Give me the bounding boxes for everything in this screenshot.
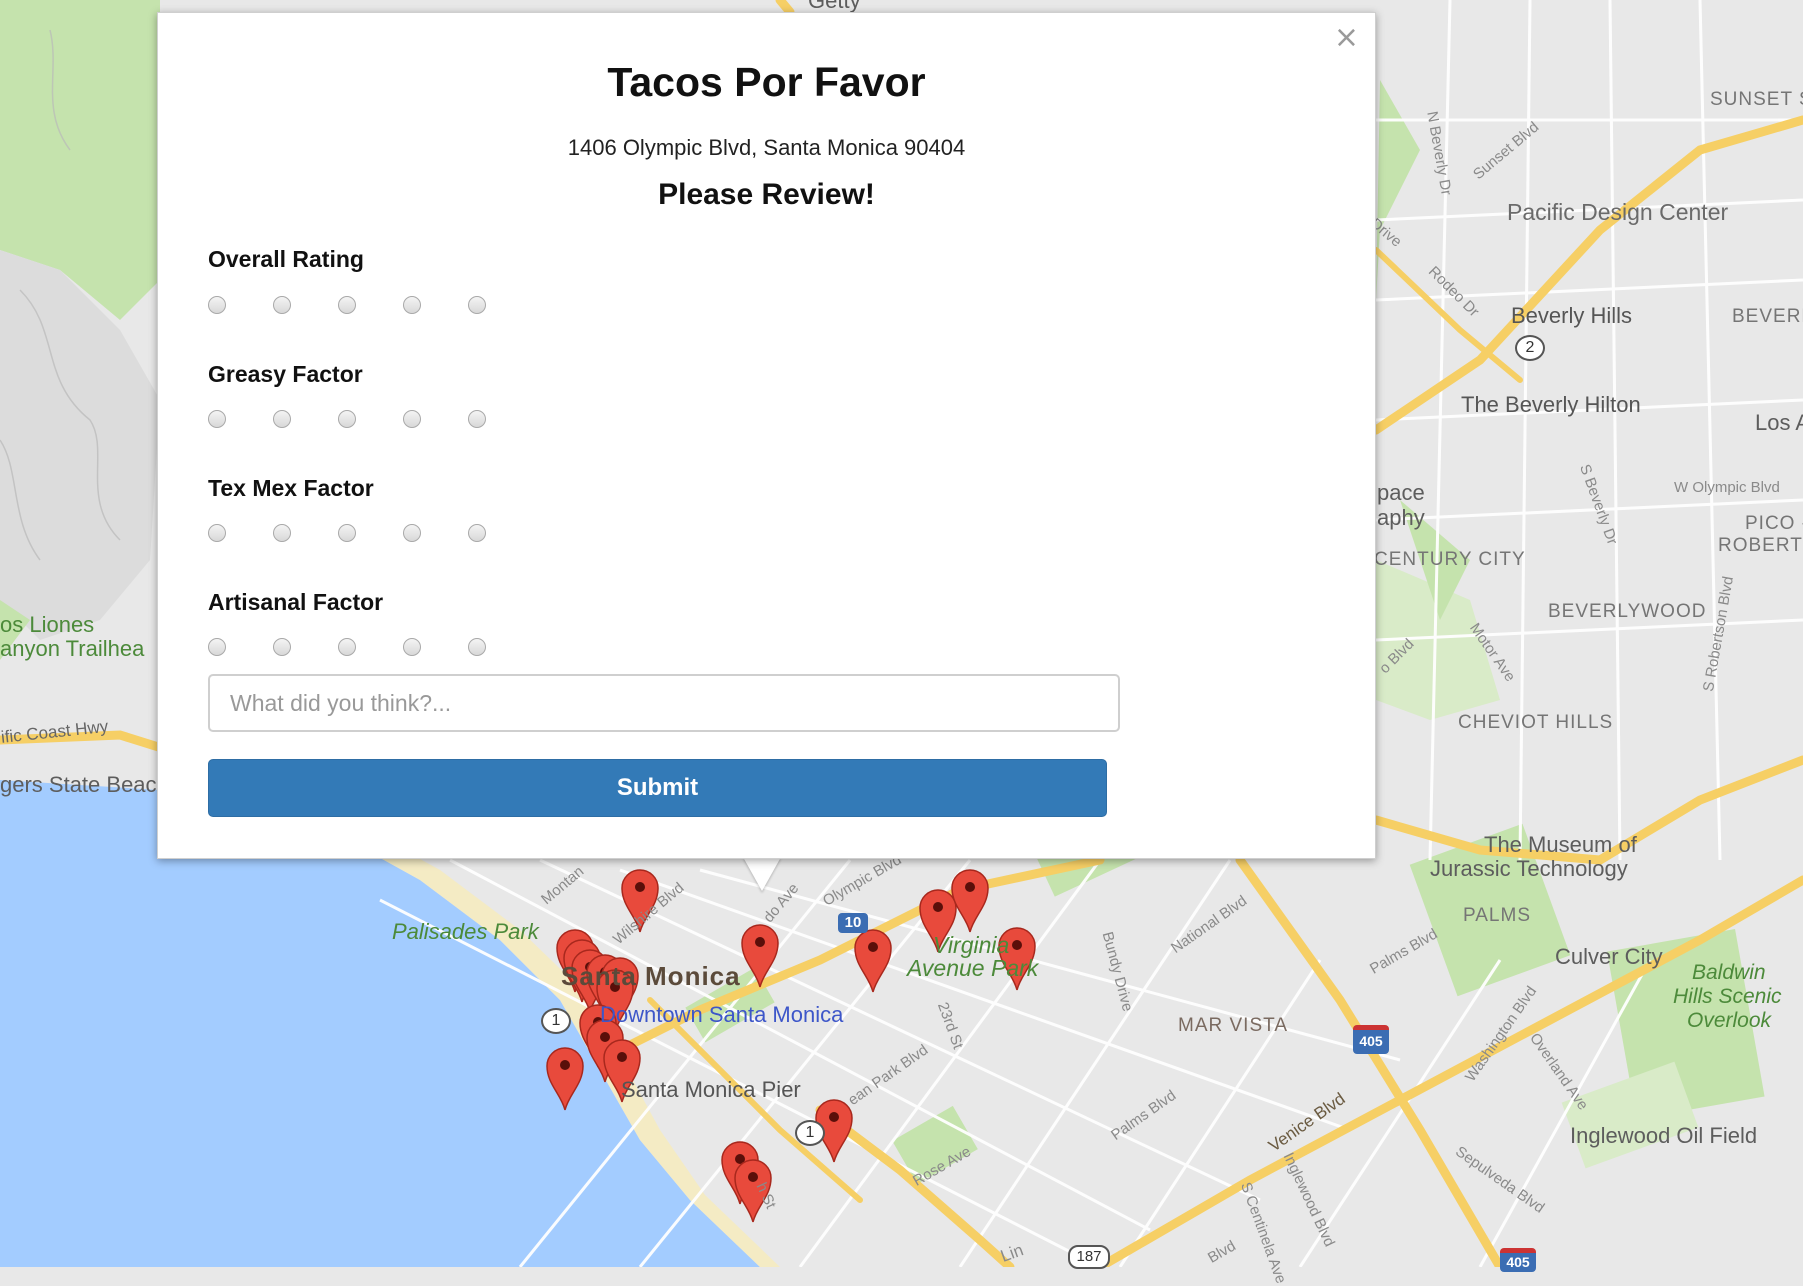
- tex-mex-factor-label: Tex Mex Factor: [208, 475, 374, 501]
- rating-radio-1[interactable]: [208, 638, 226, 656]
- map-label-baldwin-2: Hills Scenic: [1673, 985, 1782, 1008]
- route-2-shield: 2: [1515, 335, 1545, 361]
- review-comment-input[interactable]: [208, 674, 1120, 732]
- map-label-w-olympic: W Olympic Blvd: [1674, 479, 1780, 496]
- rating-radio-5[interactable]: [468, 638, 486, 656]
- map-label-sunset: SUNSET S: [1710, 89, 1803, 110]
- map-label-inglewood-oil: Inglewood Oil Field: [1570, 1123, 1758, 1148]
- route-187-shield: 187: [1068, 1245, 1110, 1269]
- restaurant-title: Tacos Por Favor: [607, 59, 926, 105]
- close-icon[interactable]: ×: [1334, 23, 1359, 53]
- map-label-space: pace: [1377, 480, 1425, 505]
- route-1-shield: 1: [795, 1120, 825, 1146]
- rating-radio-3[interactable]: [338, 638, 356, 656]
- map-label-beverlywood: BEVERLYWOOD: [1548, 601, 1707, 622]
- rating-radio-5[interactable]: [468, 296, 486, 314]
- map-label-beverly-hills: Beverly Hills: [1511, 303, 1633, 328]
- rating-radio-4[interactable]: [403, 410, 421, 428]
- greasy-factor-label: Greasy Factor: [208, 361, 363, 387]
- map-label-palisades-park: Palisades Park: [392, 919, 539, 944]
- map-label-cheviot-hills: CHEVIOT HILLS: [1458, 712, 1614, 733]
- map-label-beverl: BEVERL: [1732, 306, 1803, 327]
- map-label-mar-vista: MAR VISTA: [1178, 1015, 1288, 1036]
- map-label-los-liones: os Liones: [0, 612, 95, 637]
- map-label-santa-monica: Santa Monica: [561, 961, 741, 991]
- rating-radio-1[interactable]: [208, 524, 226, 542]
- interstate-405-shield: 405: [1500, 1248, 1536, 1272]
- rating-radio-5[interactable]: [468, 524, 486, 542]
- rating-radio-5[interactable]: [468, 410, 486, 428]
- map-label-pacific-design-center: Pacific Design Center: [1507, 199, 1729, 225]
- rating-radio-4[interactable]: [403, 638, 421, 656]
- rating-radio-4[interactable]: [403, 296, 421, 314]
- overall-rating-label: Overall Rating: [208, 246, 364, 272]
- map-label-santa-monica-pier: Santa Monica Pier: [621, 1077, 801, 1102]
- map-label-pico: PICO -: [1745, 513, 1803, 534]
- interstate-405-shield: 405: [1353, 1025, 1389, 1054]
- map-label-beverly-hilton: The Beverly Hilton: [1461, 392, 1641, 417]
- rating-radio-3[interactable]: [338, 296, 356, 314]
- route-1-shield: 1: [541, 1008, 571, 1034]
- map-label-los-angeles: Los A: [1755, 410, 1803, 435]
- popup-tail: [743, 857, 781, 891]
- rating-radio-1[interactable]: [208, 296, 226, 314]
- map-label-rogers-state-beach: gers State Beac: [0, 772, 157, 797]
- map-label-robertson: ROBERTS: [1718, 535, 1803, 556]
- rating-radio-2[interactable]: [273, 524, 291, 542]
- rating-radio-4[interactable]: [403, 524, 421, 542]
- rating-radio-1[interactable]: [208, 410, 226, 428]
- restaurant-address: 1406 Olympic Blvd, Santa Monica 90404: [567, 135, 966, 160]
- map-label-baldwin: Baldwin: [1692, 961, 1766, 984]
- review-popup: × Tacos Por Favor 1406 Olympic Blvd, San…: [157, 12, 1376, 859]
- rating-radio-2[interactable]: [273, 296, 291, 314]
- map-label-culver-city: Culver City: [1555, 944, 1663, 969]
- map-label-canyon-trailhead: anyon Trailhea: [0, 636, 145, 661]
- map-label-palms: PALMS: [1463, 905, 1532, 926]
- artisanal-factor-label: Artisanal Factor: [208, 589, 384, 615]
- review-heading: Please Review!: [658, 178, 875, 211]
- submit-button[interactable]: Submit: [208, 759, 1107, 817]
- map-label-baldwin-3: Overlook: [1687, 1009, 1772, 1032]
- map-label-virginia-park-2: Avenue Park: [907, 955, 1039, 981]
- rating-radio-3[interactable]: [338, 410, 356, 428]
- map-label-aphy: aphy: [1377, 505, 1425, 530]
- rating-radio-3[interactable]: [338, 524, 356, 542]
- rating-radio-2[interactable]: [273, 638, 291, 656]
- map-label-century-city: CENTURY CITY: [1374, 549, 1526, 570]
- map-label-museum-jurassic-2: Jurassic Technology: [1430, 856, 1628, 881]
- map-label-museum-jurassic: The Museum of: [1484, 832, 1637, 857]
- rating-radio-2[interactable]: [273, 410, 291, 428]
- interstate-10-shield: 10: [838, 913, 868, 933]
- map-label-downtown-santa-monica[interactable]: Downtown Santa Monica: [600, 1002, 843, 1028]
